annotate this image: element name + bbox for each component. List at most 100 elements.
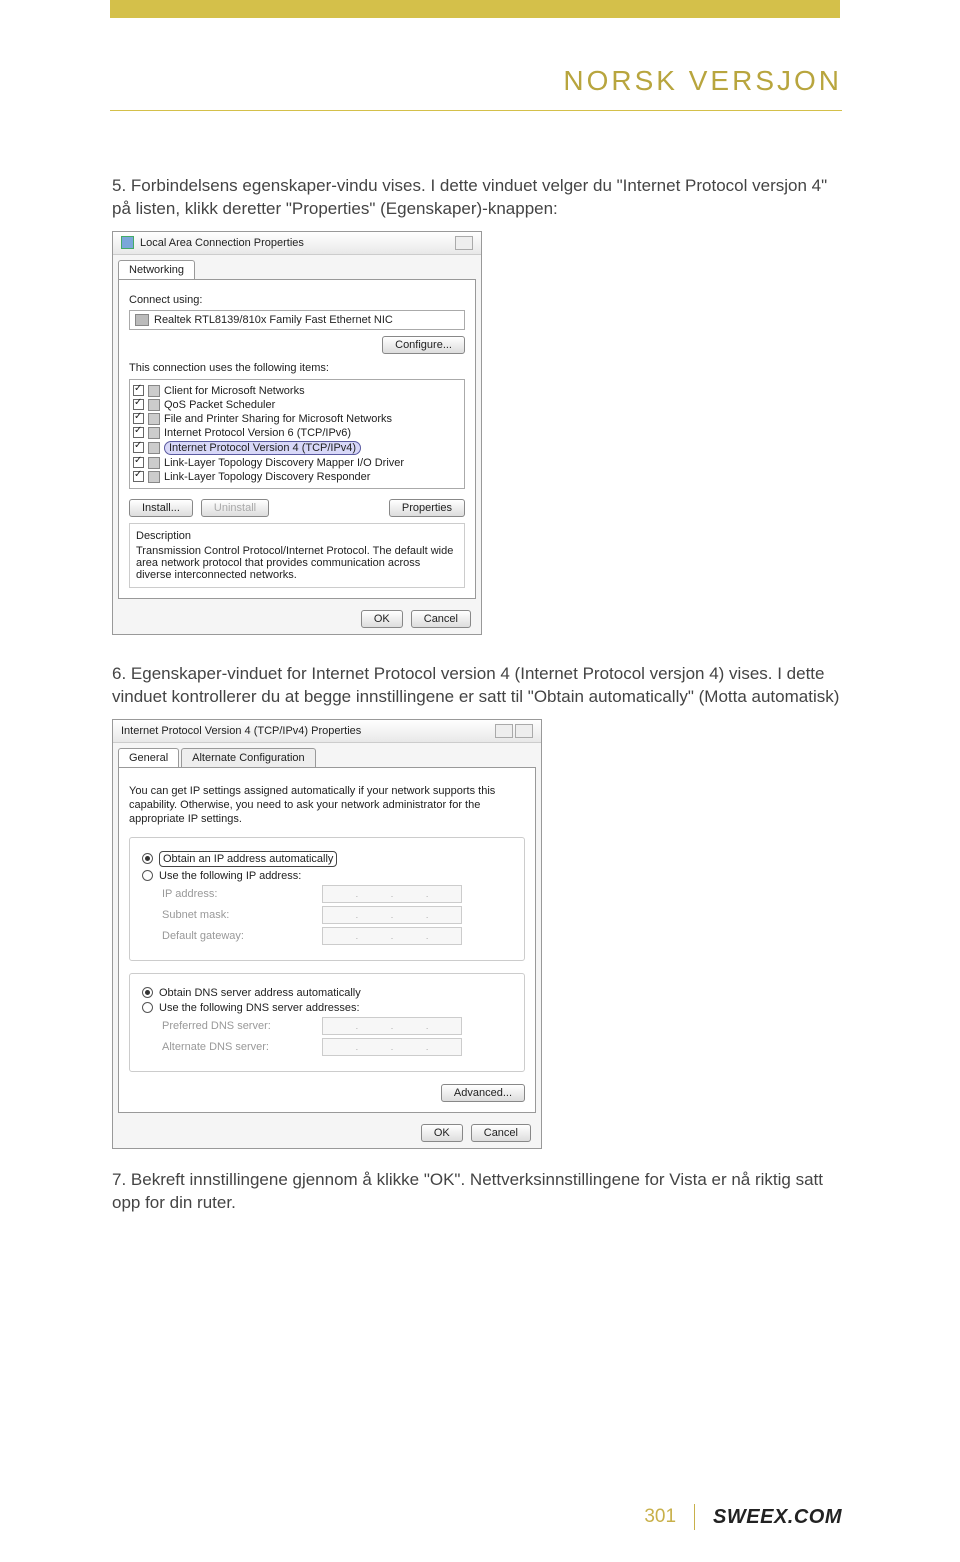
connect-using-label: Connect using: — [129, 294, 465, 306]
step-6-text: 6. Egenskaper-vinduet for Internet Proto… — [112, 663, 842, 709]
item-label: Link-Layer Topology Discovery Responder — [164, 471, 370, 483]
component-icon — [148, 457, 160, 469]
ip-input: ... — [322, 927, 462, 945]
radio-icon[interactable] — [142, 853, 153, 864]
local-area-connection-properties-dialog: Local Area Connection Properties Network… — [112, 231, 482, 635]
item-label: Client for Microsoft Networks — [164, 385, 305, 397]
dialog-title-text: Internet Protocol Version 4 (TCP/IPv4) P… — [121, 725, 361, 737]
ok-button[interactable]: OK — [361, 610, 403, 628]
checkbox-icon[interactable] — [133, 471, 144, 482]
properties-button[interactable]: Properties — [389, 499, 465, 517]
list-item[interactable]: Link-Layer Topology Discovery Responder — [133, 470, 461, 484]
dialog-body: Connect using: Realtek RTL8139/810x Fami… — [118, 279, 476, 599]
header-rule — [110, 110, 842, 111]
pref-dns-row: Preferred DNS server:... — [162, 1017, 512, 1035]
item-label: Internet Protocol Version 4 (TCP/IPv4) — [164, 441, 361, 455]
adapter-field: Realtek RTL8139/810x Family Fast Etherne… — [129, 310, 465, 330]
radio-use-dns[interactable]: Use the following DNS server addresses: — [142, 1002, 512, 1014]
window-controls — [495, 724, 533, 738]
dialog-footer: OK Cancel — [113, 604, 481, 634]
adapter-icon — [135, 314, 149, 326]
component-icon — [148, 413, 160, 425]
description-box: Description Transmission Control Protoco… — [129, 523, 465, 588]
dialog-body: You can get IP settings assigned automat… — [118, 767, 536, 1113]
list-item[interactable]: Client for Microsoft Networks — [133, 384, 461, 398]
tab-row: Networking — [113, 255, 481, 279]
window-controls — [455, 236, 473, 250]
component-icon — [148, 399, 160, 411]
radio-label: Obtain an IP address automatically — [159, 851, 337, 867]
header-title: NORSK VERSJON — [563, 65, 842, 97]
radio-icon[interactable] — [142, 987, 153, 998]
alt-dns-row: Alternate DNS server:... — [162, 1038, 512, 1056]
intro-text: You can get IP settings assigned automat… — [129, 784, 525, 827]
page-footer: 301 SWEEX.COM — [644, 1504, 842, 1530]
tab-row: General Alternate Configuration — [113, 743, 541, 767]
help-icon[interactable] — [495, 724, 513, 738]
dialog-titlebar: Internet Protocol Version 4 (TCP/IPv4) P… — [113, 720, 541, 743]
item-label: File and Printer Sharing for Microsoft N… — [164, 413, 392, 425]
install-button[interactable]: Install... — [129, 499, 193, 517]
step-7-text: 7. Bekreft innstillingene gjennom å klik… — [112, 1169, 842, 1215]
radio-icon[interactable] — [142, 1002, 153, 1013]
component-icon — [148, 427, 160, 439]
ip-address-row: IP address:... — [162, 885, 512, 903]
checkbox-icon[interactable] — [133, 427, 144, 438]
radio-label: Obtain DNS server address automatically — [159, 987, 361, 999]
field-label: IP address: — [162, 888, 312, 900]
ip-input: ... — [322, 885, 462, 903]
uses-items-label: This connection uses the following items… — [129, 362, 465, 374]
list-item-selected[interactable]: Internet Protocol Version 4 (TCP/IPv4) — [133, 440, 461, 456]
ok-button[interactable]: OK — [421, 1124, 463, 1142]
radio-label: Use the following IP address: — [159, 870, 301, 882]
dialog-titlebar: Local Area Connection Properties — [113, 232, 481, 255]
subnet-row: Subnet mask:... — [162, 906, 512, 924]
checkbox-icon[interactable] — [133, 442, 144, 453]
close-icon[interactable] — [515, 724, 533, 738]
ip-group: Obtain an IP address automatically Use t… — [129, 837, 525, 961]
footer-divider — [694, 1504, 695, 1530]
item-label: QoS Packet Scheduler — [164, 399, 275, 411]
field-label: Preferred DNS server: — [162, 1020, 312, 1032]
checkbox-icon[interactable] — [133, 457, 144, 468]
page-number: 301 — [644, 1506, 676, 1528]
cancel-button[interactable]: Cancel — [411, 610, 471, 628]
list-item[interactable]: Internet Protocol Version 6 (TCP/IPv6) — [133, 426, 461, 440]
ip-input: ... — [322, 1017, 462, 1035]
item-label: Link-Layer Topology Discovery Mapper I/O… — [164, 457, 404, 469]
tab-general[interactable]: General — [118, 748, 179, 767]
items-list[interactable]: Client for Microsoft Networks QoS Packet… — [129, 379, 465, 489]
list-item[interactable]: QoS Packet Scheduler — [133, 398, 461, 412]
tab-networking[interactable]: Networking — [118, 260, 195, 279]
checkbox-icon[interactable] — [133, 385, 144, 396]
cancel-button[interactable]: Cancel — [471, 1124, 531, 1142]
tab-alternate-config[interactable]: Alternate Configuration — [181, 748, 316, 767]
radio-obtain-ip[interactable]: Obtain an IP address automatically — [142, 851, 512, 867]
component-icon — [148, 471, 160, 483]
list-item[interactable]: File and Printer Sharing for Microsoft N… — [133, 412, 461, 426]
brand-logo: SWEEX.COM — [713, 1506, 842, 1529]
radio-label: Use the following DNS server addresses: — [159, 1002, 360, 1014]
dialog-title-text: Local Area Connection Properties — [140, 237, 304, 249]
close-icon[interactable] — [455, 236, 473, 250]
gateway-row: Default gateway:... — [162, 927, 512, 945]
field-label: Alternate DNS server: — [162, 1041, 312, 1053]
field-label: Subnet mask: — [162, 909, 312, 921]
description-text: Transmission Control Protocol/Internet P… — [136, 545, 458, 581]
checkbox-icon[interactable] — [133, 399, 144, 410]
radio-use-ip[interactable]: Use the following IP address: — [142, 870, 512, 882]
dns-group: Obtain DNS server address automatically … — [129, 973, 525, 1072]
list-item[interactable]: Link-Layer Topology Discovery Mapper I/O… — [133, 456, 461, 470]
checkbox-icon[interactable] — [133, 413, 144, 424]
advanced-button[interactable]: Advanced... — [441, 1084, 525, 1102]
radio-obtain-dns[interactable]: Obtain DNS server address automatically — [142, 987, 512, 999]
configure-button[interactable]: Configure... — [382, 336, 465, 354]
dialog-footer: OK Cancel — [113, 1118, 541, 1148]
ip-input: ... — [322, 906, 462, 924]
uninstall-button[interactable]: Uninstall — [201, 499, 269, 517]
item-label: Internet Protocol Version 6 (TCP/IPv6) — [164, 427, 351, 439]
component-icon — [148, 442, 160, 454]
ipv4-properties-dialog: Internet Protocol Version 4 (TCP/IPv4) P… — [112, 719, 542, 1149]
top-accent-bar — [110, 0, 840, 18]
radio-icon[interactable] — [142, 870, 153, 881]
